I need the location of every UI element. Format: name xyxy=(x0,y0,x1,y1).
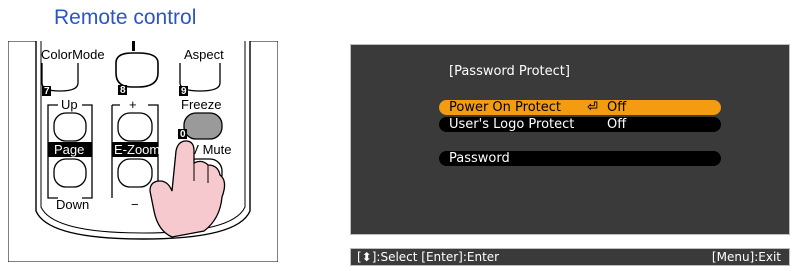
page-down-button[interactable] xyxy=(53,158,87,188)
status-exit-hint: [Menu]:Exit xyxy=(711,250,781,264)
menu-item-value: Off xyxy=(607,100,627,115)
menu-title: [Password Protect] xyxy=(449,64,570,79)
menu-item-users-logo-protect[interactable]: User's Logo Protect Off xyxy=(439,117,721,132)
zoom-out-button[interactable] xyxy=(117,158,153,188)
zoom-in-button[interactable] xyxy=(117,112,153,142)
number-9: 9 xyxy=(181,86,187,97)
enter-icon: ⏎ xyxy=(587,100,598,115)
page-label: Page xyxy=(54,142,84,157)
e-zoom-label: E-Zoom xyxy=(114,142,160,157)
remote-control-svg: ColorMode Aspect 7 8 9 Up Page Down + E-… xyxy=(8,41,278,262)
down-label: Down xyxy=(56,197,89,212)
up-label: Up xyxy=(61,97,78,112)
menu-item-label: Power On Protect xyxy=(449,100,562,115)
menu-status-bar: [⬍]:Select [Enter]:Enter [Menu]:Exit xyxy=(350,248,790,266)
number-7: 7 xyxy=(44,86,50,97)
menu-item-label: User's Logo Protect xyxy=(449,117,575,132)
menu-item-value: Off xyxy=(607,117,627,132)
number-8: 8 xyxy=(120,85,126,96)
page-caption: Remote control xyxy=(54,6,197,29)
aspect-label: Aspect xyxy=(184,47,224,62)
menu-item-power-on-protect[interactable]: Power On Protect ⏎ Off xyxy=(439,100,721,115)
remote-control-illustration: ColorMode Aspect 7 8 9 Up Page Down + E-… xyxy=(8,41,278,262)
menu-item-label: Password xyxy=(449,151,510,166)
freeze-label: Freeze xyxy=(181,97,221,112)
menu-item-password[interactable]: Password xyxy=(439,151,721,166)
plus-label: + xyxy=(129,97,137,112)
color-mode-label: ColorMode xyxy=(41,47,105,62)
up-arrow-button[interactable] xyxy=(115,52,159,88)
status-select-enter-hint: [⬍]:Select [Enter]:Enter xyxy=(357,250,500,264)
freeze-button[interactable] xyxy=(183,112,223,140)
minus-label: − xyxy=(131,197,139,212)
number-0: 0 xyxy=(180,129,186,140)
password-protect-menu: [Password Protect] Power On Protect ⏎ Of… xyxy=(350,44,790,235)
page-up-button[interactable] xyxy=(53,112,87,142)
